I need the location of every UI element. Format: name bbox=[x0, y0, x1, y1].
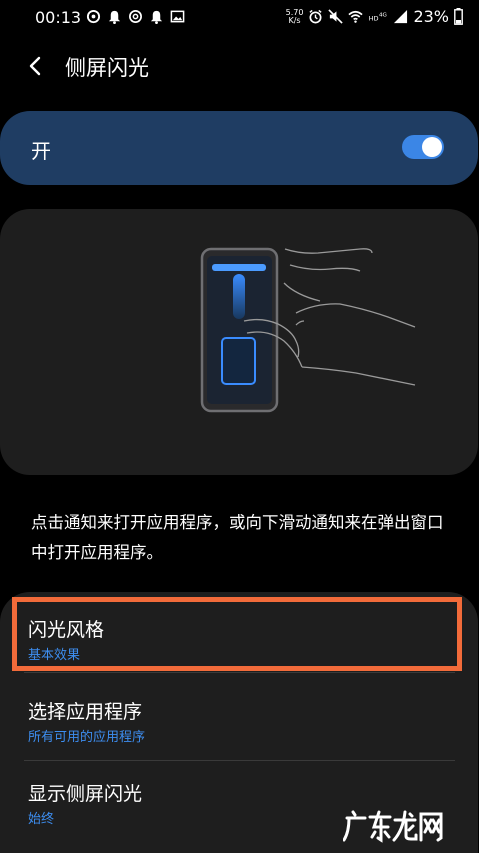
list-item-choose-apps[interactable]: 选择应用程序 所有可用的应用程序 bbox=[0, 673, 478, 754]
master-switch-label: 开 bbox=[31, 139, 51, 163]
notification-bell-icon bbox=[150, 10, 163, 24]
master-switch[interactable] bbox=[402, 135, 444, 159]
status-bar: 00:13 5.70 K/s HD 4G 23% bbox=[0, 0, 479, 36]
gallery-icon bbox=[170, 10, 185, 23]
battery-percent: 23% bbox=[413, 7, 449, 26]
item-subtitle: 始终 bbox=[28, 812, 55, 827]
master-switch-row[interactable]: 开 bbox=[0, 111, 478, 185]
page-title: 侧屏闪光 bbox=[65, 56, 149, 80]
mute-icon bbox=[328, 9, 344, 24]
status-right: 5.70 K/s HD 4G 23% bbox=[286, 7, 463, 26]
network-speed: 5.70 K/s bbox=[286, 8, 304, 25]
feature-description: 点击通知来打开应用程序，或向下滑动通知来在弹出窗口中打开应用程序。 bbox=[31, 513, 444, 562]
alarm-icon bbox=[309, 9, 323, 24]
svg-text:HD: HD bbox=[369, 14, 379, 22]
notification-bell-icon bbox=[108, 10, 121, 24]
item-title: 选择应用程序 bbox=[28, 701, 143, 723]
watermark-logo bbox=[343, 810, 443, 843]
signal-icon bbox=[394, 9, 408, 24]
screen: 00:13 5.70 K/s HD 4G 23% 侧屏闪光 开 点击通知来打开应… bbox=[0, 0, 479, 853]
app-header: 侧屏闪光 bbox=[0, 44, 479, 88]
hd-4g-icon: HD 4G bbox=[369, 13, 387, 23]
chevron-left-icon[interactable] bbox=[22, 52, 50, 80]
wifi-icon bbox=[348, 10, 364, 23]
svg-text:4G: 4G bbox=[379, 13, 387, 19]
highlight-box bbox=[12, 597, 462, 671]
network-speed-unit: K/s bbox=[288, 15, 301, 25]
item-subtitle: 所有可用的应用程序 bbox=[28, 730, 146, 745]
edge-lighting-illustration bbox=[200, 247, 416, 413]
netease-icon bbox=[86, 9, 101, 24]
status-time: 00:13 bbox=[35, 8, 82, 27]
item-title: 显示侧屏闪光 bbox=[28, 783, 143, 805]
at-icon bbox=[129, 10, 142, 23]
battery-icon bbox=[454, 8, 463, 25]
notification-icons bbox=[86, 9, 185, 24]
illustration-card bbox=[0, 209, 478, 475]
switch-knob bbox=[422, 137, 442, 157]
